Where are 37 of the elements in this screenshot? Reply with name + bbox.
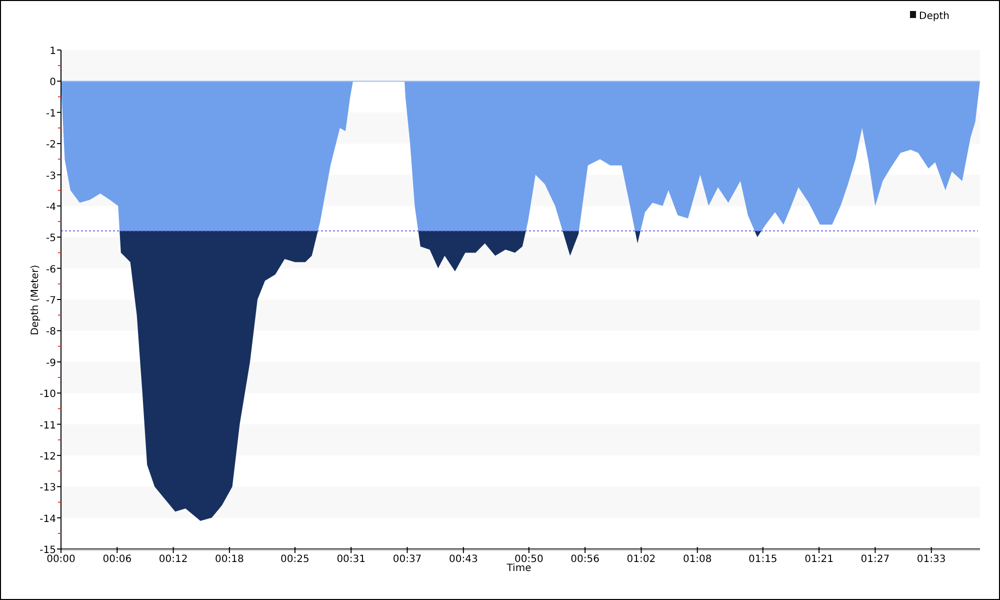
x-tick-label: 01:33 — [916, 554, 946, 565]
x-axis-title: Time — [506, 563, 532, 574]
legend-label: Depth — [919, 11, 950, 22]
x-tick-label: 00:12 — [158, 554, 188, 565]
x-tick-label: 01:08 — [682, 554, 712, 565]
x-tick-label: 00:50 — [514, 554, 544, 565]
y-tick-label: 0 — [50, 77, 56, 88]
x-tick-label: 01:21 — [804, 554, 834, 565]
y-tick-label: 1 — [50, 46, 56, 57]
y-tick-label: -5 — [46, 233, 56, 244]
legend-swatch — [910, 11, 916, 18]
y-tick-label: -1 — [46, 108, 56, 120]
y-tick-label: -14 — [40, 514, 56, 525]
y-tick-label: -7 — [46, 296, 56, 306]
y-tick-label: -15 — [40, 545, 56, 556]
y-tick-label: -9 — [46, 358, 56, 369]
y-axis-title: Depth (Meter) — [30, 264, 41, 336]
y-tick-label: -2 — [46, 140, 56, 151]
x-tick-label: 00:18 — [215, 554, 244, 565]
y-tick-label: -12 — [40, 451, 56, 462]
y-tick-label: -13 — [40, 482, 56, 494]
x-tick-label: 00:25 — [280, 554, 310, 565]
x-tick-label: 00:37 — [392, 554, 422, 565]
x-tick-label: 01:15 — [748, 554, 778, 565]
y-tick-label: -8 — [46, 326, 56, 338]
x-tick-label: 00:56 — [570, 554, 600, 565]
x-tick-label: 00:43 — [449, 554, 478, 565]
y-tick-label: -6 — [46, 264, 56, 276]
y-tick-label: -10 — [40, 389, 56, 400]
x-tick-label: 00:06 — [102, 554, 132, 565]
x-tick-label: 01:02 — [626, 554, 656, 565]
y-tick-label: -11 — [40, 420, 56, 432]
x-tick-label: 00:00 — [46, 554, 76, 565]
y-tick-label: -3 — [46, 170, 56, 182]
x-tick-label: 01:27 — [860, 554, 890, 565]
y-tick-label: -4 — [46, 202, 56, 213]
x-tick-label: 00:31 — [336, 554, 366, 565]
